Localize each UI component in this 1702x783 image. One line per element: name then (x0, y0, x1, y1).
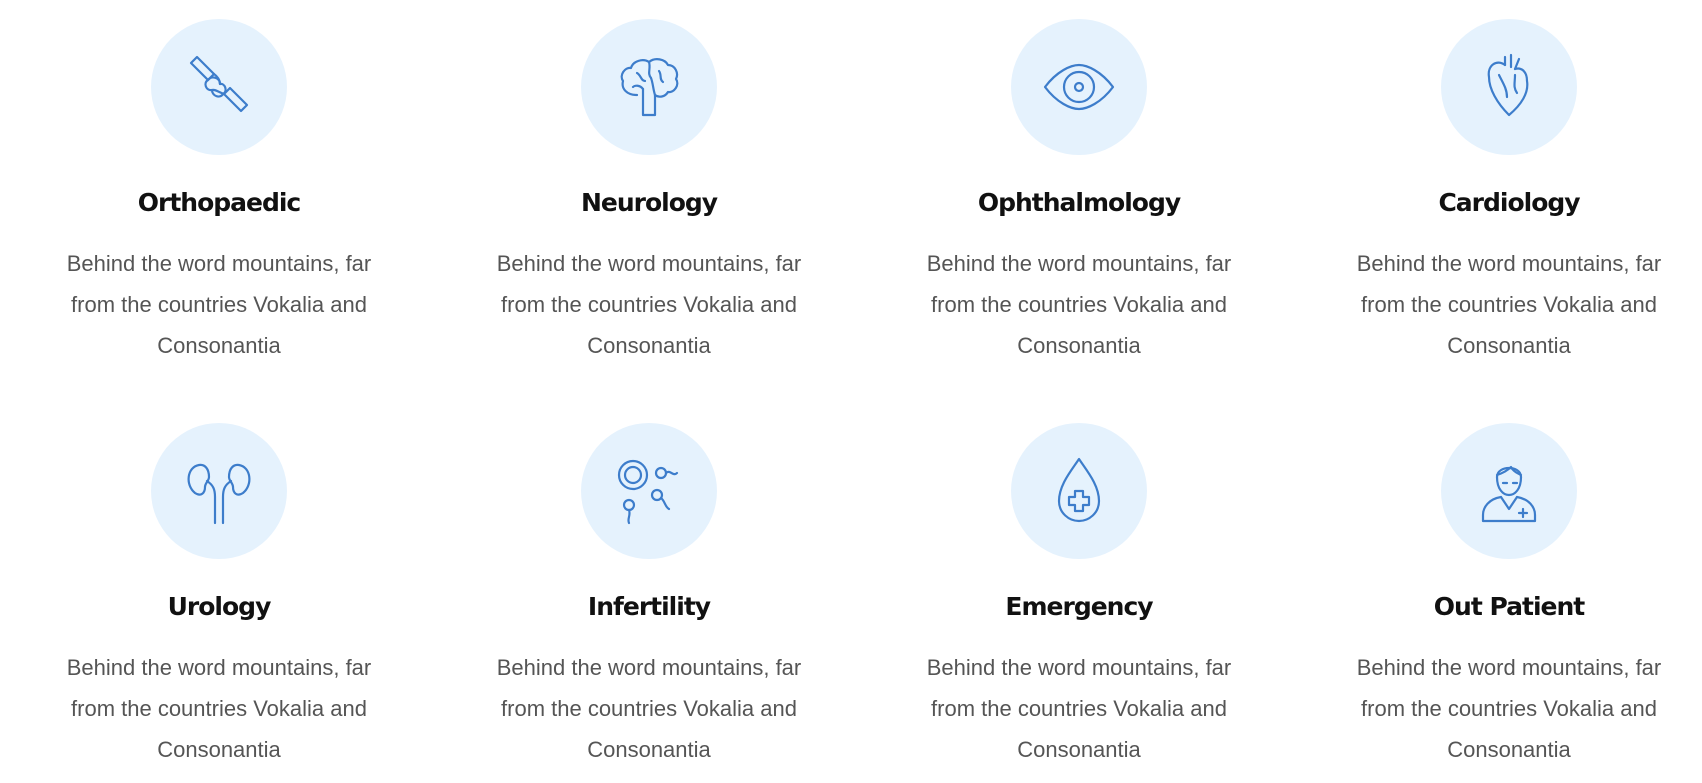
service-description: Behind the word mountains, far from the … (926, 251, 1232, 358)
service-description: Behind the word mountains, far from the … (66, 655, 372, 762)
service-title: Neurology (580, 188, 718, 217)
service-title: Ophthalmology (977, 188, 1181, 217)
heart-icon (1487, 53, 1529, 117)
service-title: Infertility (587, 592, 711, 621)
service-card-emergency: Emergency Behind the word mountains, far… (899, 423, 1259, 770)
service-card-ophthalmology: Ophthalmology Behind the word mountains,… (899, 19, 1259, 366)
service-card-orthopaedic: Orthopaedic Behind the word mountains, f… (39, 19, 399, 366)
fertility-icon (617, 459, 679, 525)
icon-circle (1011, 423, 1147, 559)
blood-drop-icon (1057, 457, 1101, 523)
icon-circle (1441, 423, 1577, 559)
service-card-out-patient: Out Patient Behind the word mountains, f… (1329, 423, 1689, 770)
doctor-icon (1481, 465, 1537, 523)
bone-icon (189, 55, 249, 113)
brain-icon (620, 58, 679, 117)
service-title: Cardiology (1438, 188, 1580, 217)
service-title: Emergency (1005, 592, 1153, 621)
icon-circle (581, 423, 717, 559)
icon-circle (581, 19, 717, 155)
icon-circle (151, 423, 287, 559)
service-description: Behind the word mountains, far from the … (1356, 251, 1662, 358)
service-description: Behind the word mountains, far from the … (1356, 655, 1662, 762)
service-title: Orthopaedic (137, 188, 302, 217)
service-card-neurology: Neurology Behind the word mountains, far… (469, 19, 829, 366)
service-description: Behind the word mountains, far from the … (66, 251, 372, 358)
kidneys-icon (187, 463, 251, 525)
service-title: Urology (167, 592, 272, 621)
icon-circle (1011, 19, 1147, 155)
services-grid: Orthopaedic Behind the word mountains, f… (0, 0, 1702, 783)
icon-circle (1441, 19, 1577, 155)
service-card-cardiology: Cardiology Behind the word mountains, fa… (1329, 19, 1689, 366)
service-title: Out Patient (1433, 592, 1585, 621)
service-description: Behind the word mountains, far from the … (926, 655, 1232, 762)
icon-circle (151, 19, 287, 155)
service-description: Behind the word mountains, far from the … (496, 655, 802, 762)
service-card-urology: Urology Behind the word mountains, far f… (39, 423, 399, 770)
eye-icon (1043, 63, 1115, 111)
service-card-infertility: Infertility Behind the word mountains, f… (469, 423, 829, 770)
service-description: Behind the word mountains, far from the … (496, 251, 802, 358)
